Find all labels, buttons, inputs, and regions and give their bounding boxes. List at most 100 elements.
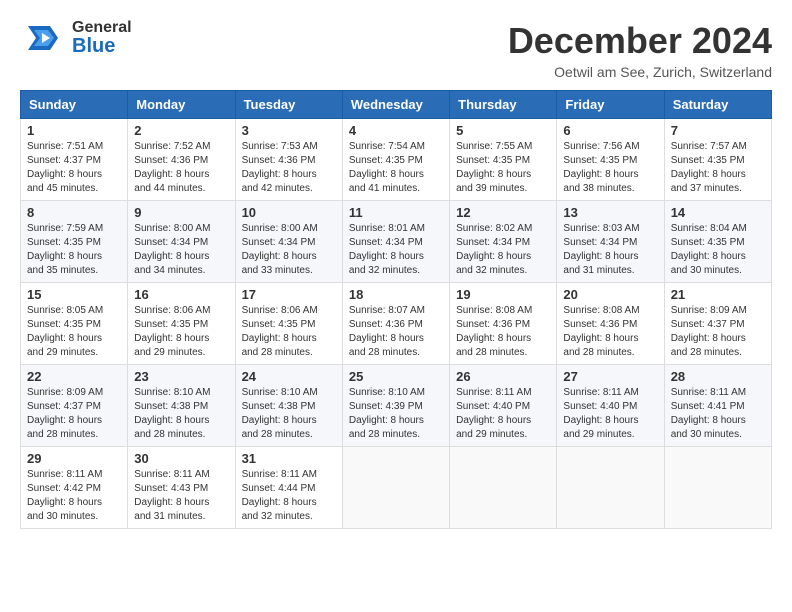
calendar-cell bbox=[664, 447, 771, 529]
sunset-text: Sunset: 4:36 PM bbox=[134, 155, 208, 166]
day-info: Sunrise: 8:05 AM Sunset: 4:35 PM Dayligh… bbox=[27, 304, 121, 360]
sunset-text: Sunset: 4:37 PM bbox=[27, 401, 101, 412]
sunrise-text: Sunrise: 8:00 AM bbox=[134, 223, 210, 234]
day-info: Sunrise: 8:08 AM Sunset: 4:36 PM Dayligh… bbox=[456, 304, 550, 360]
sunrise-text: Sunrise: 8:11 AM bbox=[671, 387, 746, 398]
calendar-cell bbox=[342, 447, 449, 529]
day-number: 8 bbox=[27, 205, 121, 220]
day-info: Sunrise: 7:54 AM Sunset: 4:35 PM Dayligh… bbox=[349, 140, 443, 196]
calendar-cell: 26 Sunrise: 8:11 AM Sunset: 4:40 PM Dayl… bbox=[450, 365, 557, 447]
day-info: Sunrise: 8:06 AM Sunset: 4:35 PM Dayligh… bbox=[242, 304, 336, 360]
day-number: 11 bbox=[349, 205, 443, 220]
sunrise-text: Sunrise: 8:07 AM bbox=[349, 305, 425, 316]
weekday-header-tuesday: Tuesday bbox=[235, 91, 342, 119]
day-number: 18 bbox=[349, 287, 443, 302]
day-info: Sunrise: 7:51 AM Sunset: 4:37 PM Dayligh… bbox=[27, 140, 121, 196]
day-info: Sunrise: 7:57 AM Sunset: 4:35 PM Dayligh… bbox=[671, 140, 765, 196]
logo-icon bbox=[20, 20, 68, 56]
sunrise-text: Sunrise: 7:56 AM bbox=[563, 141, 639, 152]
sunrise-text: Sunrise: 8:00 AM bbox=[242, 223, 318, 234]
calendar-cell: 27 Sunrise: 8:11 AM Sunset: 4:40 PM Dayl… bbox=[557, 365, 664, 447]
daylight-text: Daylight: 8 hours and 38 minutes. bbox=[563, 169, 638, 194]
weekday-header-wednesday: Wednesday bbox=[342, 91, 449, 119]
weekday-header-monday: Monday bbox=[128, 91, 235, 119]
calendar-week-row: 22 Sunrise: 8:09 AM Sunset: 4:37 PM Dayl… bbox=[21, 365, 772, 447]
month-title: December 2024 bbox=[508, 20, 772, 62]
sunset-text: Sunset: 4:37 PM bbox=[671, 319, 745, 330]
day-info: Sunrise: 8:11 AM Sunset: 4:40 PM Dayligh… bbox=[456, 386, 550, 442]
day-number: 27 bbox=[563, 369, 657, 384]
day-number: 28 bbox=[671, 369, 765, 384]
calendar-week-row: 29 Sunrise: 8:11 AM Sunset: 4:42 PM Dayl… bbox=[21, 447, 772, 529]
day-info: Sunrise: 8:11 AM Sunset: 4:42 PM Dayligh… bbox=[27, 468, 121, 524]
calendar-cell: 18 Sunrise: 8:07 AM Sunset: 4:36 PM Dayl… bbox=[342, 283, 449, 365]
calendar-cell: 10 Sunrise: 8:00 AM Sunset: 4:34 PM Dayl… bbox=[235, 201, 342, 283]
calendar-cell: 22 Sunrise: 8:09 AM Sunset: 4:37 PM Dayl… bbox=[21, 365, 128, 447]
sunset-text: Sunset: 4:38 PM bbox=[134, 401, 208, 412]
calendar-cell: 5 Sunrise: 7:55 AM Sunset: 4:35 PM Dayli… bbox=[450, 119, 557, 201]
calendar-cell: 19 Sunrise: 8:08 AM Sunset: 4:36 PM Dayl… bbox=[450, 283, 557, 365]
sunset-text: Sunset: 4:35 PM bbox=[27, 237, 101, 248]
location-text: Oetwil am See, Zurich, Switzerland bbox=[508, 64, 772, 80]
page-header: General Blue December 2024 Oetwil am See… bbox=[20, 20, 772, 80]
day-number: 15 bbox=[27, 287, 121, 302]
sunset-text: Sunset: 4:42 PM bbox=[27, 483, 101, 494]
day-info: Sunrise: 8:02 AM Sunset: 4:34 PM Dayligh… bbox=[456, 222, 550, 278]
daylight-text: Daylight: 8 hours and 32 minutes. bbox=[456, 251, 531, 276]
sunrise-text: Sunrise: 7:51 AM bbox=[27, 141, 103, 152]
day-info: Sunrise: 8:10 AM Sunset: 4:38 PM Dayligh… bbox=[242, 386, 336, 442]
calendar-cell: 11 Sunrise: 8:01 AM Sunset: 4:34 PM Dayl… bbox=[342, 201, 449, 283]
calendar-week-row: 8 Sunrise: 7:59 AM Sunset: 4:35 PM Dayli… bbox=[21, 201, 772, 283]
day-number: 12 bbox=[456, 205, 550, 220]
sunset-text: Sunset: 4:35 PM bbox=[134, 319, 208, 330]
day-info: Sunrise: 8:08 AM Sunset: 4:36 PM Dayligh… bbox=[563, 304, 657, 360]
day-number: 1 bbox=[27, 123, 121, 138]
day-number: 10 bbox=[242, 205, 336, 220]
title-area: December 2024 Oetwil am See, Zurich, Swi… bbox=[508, 20, 772, 80]
daylight-text: Daylight: 8 hours and 28 minutes. bbox=[349, 333, 424, 358]
weekday-header-friday: Friday bbox=[557, 91, 664, 119]
daylight-text: Daylight: 8 hours and 30 minutes. bbox=[671, 415, 746, 440]
day-info: Sunrise: 8:03 AM Sunset: 4:34 PM Dayligh… bbox=[563, 222, 657, 278]
sunrise-text: Sunrise: 8:06 AM bbox=[134, 305, 210, 316]
calendar-week-row: 1 Sunrise: 7:51 AM Sunset: 4:37 PM Dayli… bbox=[21, 119, 772, 201]
sunrise-text: Sunrise: 8:10 AM bbox=[349, 387, 425, 398]
logo: General Blue bbox=[20, 20, 132, 56]
daylight-text: Daylight: 8 hours and 33 minutes. bbox=[242, 251, 317, 276]
daylight-text: Daylight: 8 hours and 44 minutes. bbox=[134, 169, 209, 194]
day-number: 3 bbox=[242, 123, 336, 138]
day-number: 24 bbox=[242, 369, 336, 384]
sunset-text: Sunset: 4:34 PM bbox=[456, 237, 530, 248]
day-number: 29 bbox=[27, 451, 121, 466]
daylight-text: Daylight: 8 hours and 31 minutes. bbox=[134, 497, 209, 522]
calendar-week-row: 15 Sunrise: 8:05 AM Sunset: 4:35 PM Dayl… bbox=[21, 283, 772, 365]
calendar-cell: 23 Sunrise: 8:10 AM Sunset: 4:38 PM Dayl… bbox=[128, 365, 235, 447]
day-info: Sunrise: 7:53 AM Sunset: 4:36 PM Dayligh… bbox=[242, 140, 336, 196]
sunrise-text: Sunrise: 8:01 AM bbox=[349, 223, 425, 234]
daylight-text: Daylight: 8 hours and 32 minutes. bbox=[349, 251, 424, 276]
day-number: 5 bbox=[456, 123, 550, 138]
day-number: 2 bbox=[134, 123, 228, 138]
calendar-table: SundayMondayTuesdayWednesdayThursdayFrid… bbox=[20, 90, 772, 529]
day-number: 17 bbox=[242, 287, 336, 302]
day-number: 21 bbox=[671, 287, 765, 302]
sunset-text: Sunset: 4:35 PM bbox=[456, 155, 530, 166]
calendar-cell: 2 Sunrise: 7:52 AM Sunset: 4:36 PM Dayli… bbox=[128, 119, 235, 201]
day-number: 14 bbox=[671, 205, 765, 220]
calendar-cell: 7 Sunrise: 7:57 AM Sunset: 4:35 PM Dayli… bbox=[664, 119, 771, 201]
day-number: 19 bbox=[456, 287, 550, 302]
sunrise-text: Sunrise: 8:11 AM bbox=[27, 469, 102, 480]
day-number: 13 bbox=[563, 205, 657, 220]
sunrise-text: Sunrise: 7:54 AM bbox=[349, 141, 425, 152]
daylight-text: Daylight: 8 hours and 29 minutes. bbox=[456, 415, 531, 440]
day-info: Sunrise: 8:09 AM Sunset: 4:37 PM Dayligh… bbox=[671, 304, 765, 360]
daylight-text: Daylight: 8 hours and 37 minutes. bbox=[671, 169, 746, 194]
sunset-text: Sunset: 4:43 PM bbox=[134, 483, 208, 494]
sunset-text: Sunset: 4:35 PM bbox=[349, 155, 423, 166]
calendar-cell: 28 Sunrise: 8:11 AM Sunset: 4:41 PM Dayl… bbox=[664, 365, 771, 447]
sunset-text: Sunset: 4:37 PM bbox=[27, 155, 101, 166]
day-info: Sunrise: 7:52 AM Sunset: 4:36 PM Dayligh… bbox=[134, 140, 228, 196]
sunset-text: Sunset: 4:36 PM bbox=[242, 155, 316, 166]
day-info: Sunrise: 8:10 AM Sunset: 4:39 PM Dayligh… bbox=[349, 386, 443, 442]
sunset-text: Sunset: 4:40 PM bbox=[456, 401, 530, 412]
